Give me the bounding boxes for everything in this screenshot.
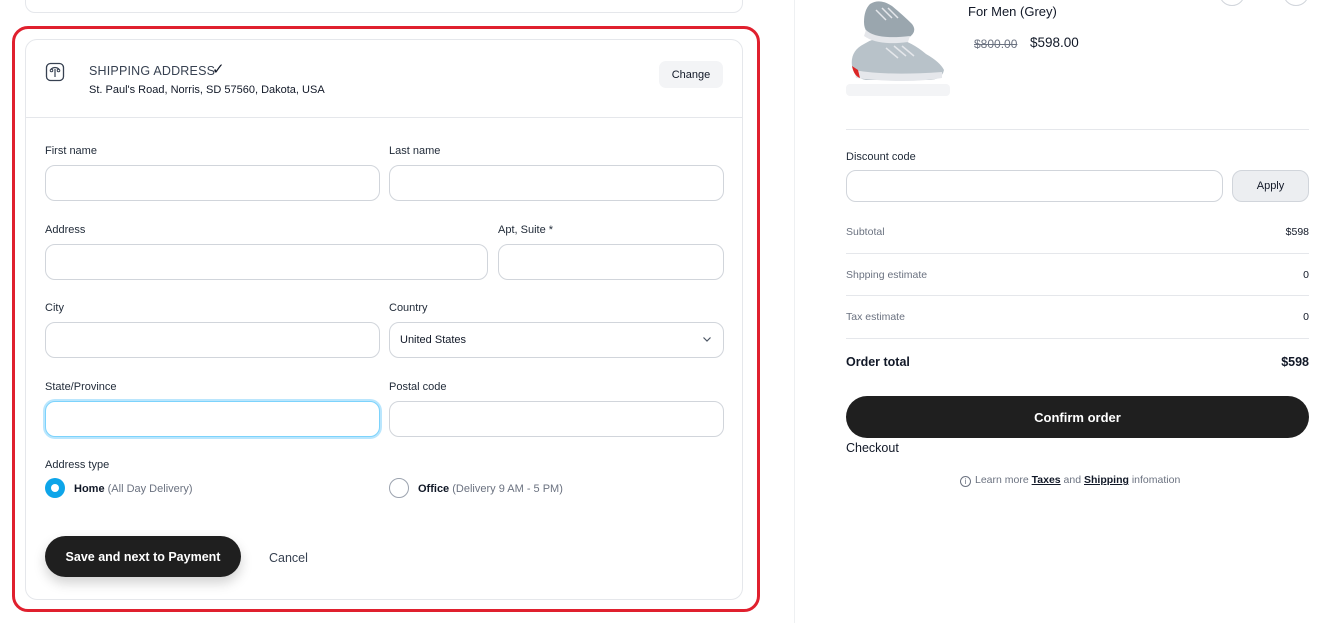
shipping-address-text: St. Paul's Road, Norris, SD 57560, Dakot… [89, 84, 325, 96]
state-province-input[interactable] [45, 401, 380, 437]
product-image[interactable] [846, 0, 950, 96]
office-radio[interactable] [389, 478, 409, 498]
confirm-order-button[interactable]: Confirm order [846, 396, 1309, 438]
subtotal-value: $598 [1285, 226, 1309, 238]
previous-section-card [25, 0, 743, 13]
home-label-text: Home [74, 483, 105, 495]
apt-suite-label: Apt, Suite * [498, 224, 554, 236]
last-name-label: Last name [389, 145, 441, 157]
taxes-link[interactable]: Taxes [1032, 474, 1061, 486]
shipping-address-title: SHIPPING ADDRESS [89, 64, 216, 78]
address-label: Address [45, 224, 86, 236]
country-label: Country [389, 302, 428, 314]
shipping-estimate-label: Shpping estimate [846, 269, 928, 281]
product-new-price: $598.00 [1030, 35, 1079, 50]
apt-suite-input[interactable] [498, 244, 724, 280]
city-label: City [45, 302, 64, 314]
office-label-sub: (Delivery 9 AM - 5 PM) [452, 483, 563, 495]
discount-code-input[interactable] [846, 170, 1223, 202]
summary-divider [846, 129, 1309, 130]
shipping-estimate-value: 0 [1303, 269, 1309, 281]
column-divider [794, 0, 795, 623]
discount-code-label: Discount code [846, 151, 916, 163]
checkmark-icon: ✓ [212, 61, 225, 78]
shipping-link[interactable]: Shipping [1084, 474, 1129, 486]
shipping-address-card: SHIPPING ADDRESS ✓ St. Paul's Road, Norr… [25, 39, 743, 600]
save-next-payment-button[interactable]: Save and next to Payment [45, 536, 241, 577]
and-text: and [1063, 474, 1082, 486]
office-radio-label[interactable]: Office (Delivery 9 AM - 5 PM) [418, 483, 563, 495]
tax-estimate-value: 0 [1303, 311, 1309, 323]
summary-divider [846, 338, 1309, 339]
chevron-down-icon [703, 337, 711, 342]
country-select-value: United States [400, 334, 467, 346]
apply-discount-button[interactable]: Apply [1232, 170, 1309, 202]
address-input[interactable] [45, 244, 488, 280]
learn-more-note: i Learn more Taxes and Shipping infomatio… [960, 474, 1180, 487]
order-total-value: $598 [1281, 355, 1309, 369]
postal-code-input[interactable] [389, 401, 724, 437]
cancel-link[interactable]: Cancel [269, 551, 308, 565]
office-label-text: Office [418, 483, 450, 495]
quantity-increase-button[interactable] [1283, 0, 1309, 6]
subtotal-label: Subtotal [846, 226, 885, 238]
postal-code-label: Postal code [389, 381, 447, 393]
country-select[interactable]: United States [389, 322, 724, 358]
change-address-button[interactable]: Change [659, 61, 723, 88]
address-type-label: Address type [45, 459, 110, 471]
home-radio-label[interactable]: Home (All Day Delivery) [74, 483, 193, 495]
tax-estimate-label: Tax estimate [846, 311, 905, 323]
learn-more-text: Learn more [975, 474, 1029, 486]
home-label-sub: (All Day Delivery) [107, 483, 193, 495]
state-province-label: State/Province [45, 381, 117, 393]
product-name[interactable]: For Men (Grey) [968, 4, 1057, 19]
checkout-label: Checkout [846, 441, 899, 455]
first-name-label: First name [45, 145, 97, 157]
summary-divider [846, 253, 1309, 254]
shipping-address-header: SHIPPING ADDRESS ✓ St. Paul's Road, Norr… [26, 40, 742, 118]
location-icon [45, 62, 65, 82]
info-icon: i [960, 476, 971, 487]
quantity-decrease-button[interactable] [1219, 0, 1245, 6]
order-total-label: Order total [846, 355, 910, 369]
first-name-input[interactable] [45, 165, 380, 201]
home-radio[interactable] [45, 478, 65, 498]
city-input[interactable] [45, 322, 380, 358]
last-name-input[interactable] [389, 165, 724, 201]
information-text: infomation [1131, 474, 1181, 486]
summary-divider [846, 295, 1309, 296]
product-old-price: $800.00 [974, 37, 1018, 51]
